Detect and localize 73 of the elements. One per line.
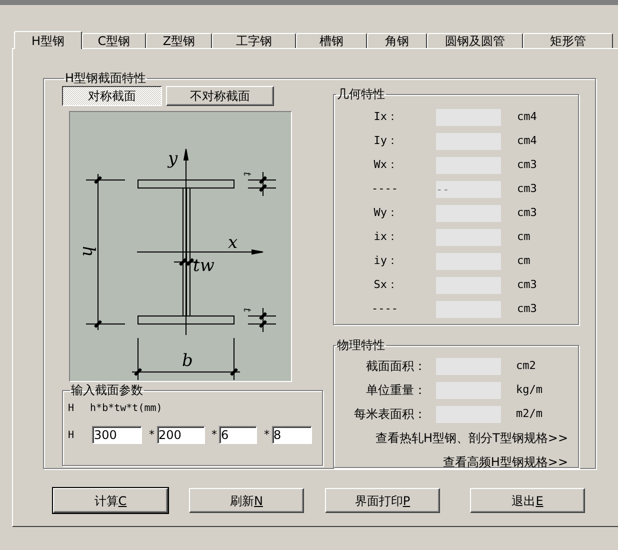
property-label: ix：: [372, 228, 398, 245]
action-button[interactable]: 退出 E: [470, 488, 585, 513]
property-label: 单位重量：: [365, 382, 426, 399]
value-field: [436, 108, 501, 126]
value-field: [436, 406, 501, 422]
property-label: Sx：: [372, 276, 398, 293]
mode-toggle[interactable]: 不对称截面: [166, 86, 274, 106]
property-label: Wy：: [372, 204, 398, 221]
tab[interactable]: 矩形管: [523, 33, 613, 48]
dimension-label: h: [78, 246, 98, 257]
property-label: 每米表面积：: [353, 406, 426, 423]
value-field: [436, 156, 501, 174]
group-title: 几何特性: [336, 87, 386, 101]
formula-text: h*b*tw*t(mm): [90, 402, 162, 416]
value-field: [436, 132, 501, 150]
tab[interactable]: 角钢: [367, 33, 427, 48]
row-label: H: [68, 428, 76, 442]
multiply-sign: *: [149, 426, 154, 443]
property-label: Wx：: [372, 156, 398, 173]
unit-label: cm3: [517, 180, 537, 197]
action-button[interactable]: 界面打印P: [325, 488, 440, 513]
unit-label: cm2: [516, 358, 536, 374]
tab[interactable]: 工字钢: [212, 33, 296, 48]
axis-label: y: [168, 149, 178, 169]
mode-toggle[interactable]: 对称截面: [62, 86, 162, 106]
value-field: [436, 358, 501, 374]
property-label: ----: [370, 300, 398, 317]
multiply-sign: *: [212, 426, 217, 443]
group-title: H型钢截面特性: [64, 71, 148, 85]
multiply-sign: *: [264, 426, 270, 443]
unit-label: cm4: [517, 108, 537, 125]
property-label: Ix：: [372, 108, 398, 125]
property-label: Iy：: [372, 132, 398, 149]
spec-link[interactable]: 查看高频H型钢规格>>: [442, 453, 568, 471]
value-field: [436, 252, 501, 270]
param-input[interactable]: 6: [219, 426, 257, 444]
param-input[interactable]: 200: [156, 426, 204, 444]
tab[interactable]: 槽钢: [296, 33, 367, 48]
unit-label: cm: [517, 228, 530, 245]
unit-label: cm3: [517, 300, 537, 317]
dimension-label: b: [182, 351, 193, 371]
value-field: --: [436, 180, 501, 198]
action-button[interactable]: 计算C: [53, 488, 168, 513]
param-input[interactable]: 8: [272, 426, 312, 444]
property-label: ----: [370, 180, 398, 197]
unit-label: cm4: [517, 132, 537, 149]
value-field: [436, 276, 501, 294]
unit-label: cm3: [517, 204, 537, 221]
dimension-label: tw: [193, 256, 214, 276]
value-field: [436, 382, 501, 398]
tab[interactable]: Z型钢: [146, 33, 212, 48]
value-field: [436, 228, 501, 246]
action-button[interactable]: 刷新N: [189, 488, 304, 513]
unit-label: cm: [517, 252, 530, 269]
group-title: 物理特性: [336, 338, 386, 352]
dimension-label: t: [241, 308, 252, 312]
param-input[interactable]: 300: [92, 426, 142, 444]
axis-label: x: [228, 233, 238, 253]
property-label: 截面面积：: [365, 358, 426, 375]
property-label: iy：: [372, 252, 398, 269]
section-type: H: [68, 402, 74, 416]
tab[interactable]: C型钢: [82, 33, 146, 48]
tab[interactable]: 圆钢及圆管: [427, 33, 523, 48]
unit-label: cm3: [517, 276, 537, 293]
value-field: [436, 204, 501, 222]
group-title: 输入截面参数: [70, 383, 144, 397]
unit-label: m2/m: [516, 406, 542, 422]
unit-label: kg/m: [516, 382, 542, 398]
spec-link[interactable]: 查看热轧H型钢、剖分T型钢规格>>: [376, 429, 568, 447]
unit-label: cm3: [517, 156, 537, 173]
dimension-label: t: [241, 172, 252, 176]
value-field: [436, 300, 501, 318]
tab[interactable]: H型钢: [14, 31, 82, 49]
